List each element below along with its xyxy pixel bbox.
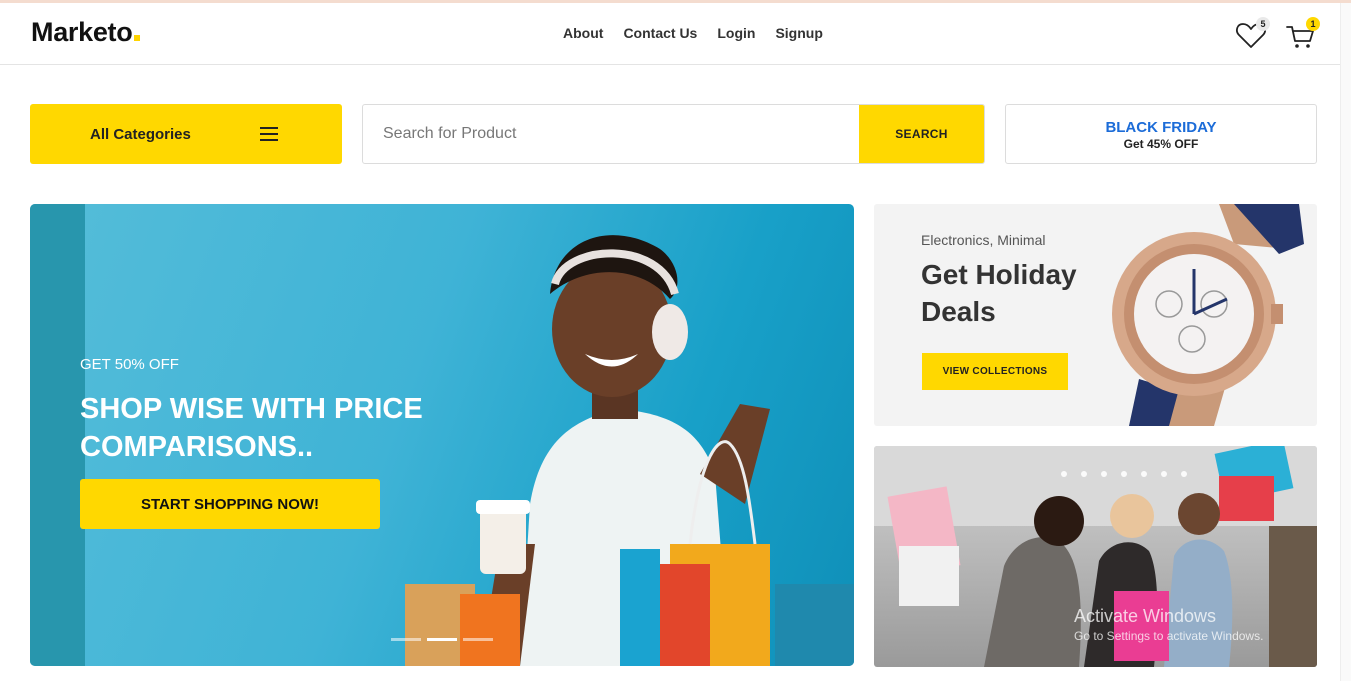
logo-dot: [134, 35, 141, 41]
site-logo[interactable]: Marketo: [31, 17, 141, 48]
hero-title: SHOP WISE WITH PRICE COMPARISONS..: [80, 393, 423, 463]
deal-title: Get Holiday Deals: [921, 259, 1077, 327]
main-nav: About Contact Us Login Signup: [563, 25, 823, 41]
cart-count-badge: 1: [1306, 17, 1320, 31]
slider-dot-2[interactable]: [427, 638, 457, 641]
search-input[interactable]: [363, 105, 861, 163]
view-collections-button[interactable]: VIEW COLLECTIONS: [922, 353, 1068, 390]
cart-button[interactable]: 1: [1284, 17, 1320, 53]
hero-slider: GET 50% OFF SHOP WISE WITH PRICE COMPARI…: [30, 204, 854, 666]
holiday-deals-card: Electronics, Minimal Get Holiday Deals V…: [874, 204, 1317, 426]
logo-text: Marketo: [31, 17, 133, 47]
hamburger-icon: [260, 127, 278, 141]
slider-dot-1[interactable]: [391, 638, 421, 641]
search-button[interactable]: SEARCH: [859, 105, 984, 163]
deal-category-tag: Electronics, Minimal: [921, 232, 1046, 248]
search-bar: SEARCH: [362, 104, 985, 164]
all-categories-label: All Categories: [90, 125, 191, 143]
hero-subtitle: GET 50% OFF: [80, 356, 179, 373]
promo-title: BLACK FRIDAY: [1105, 119, 1217, 136]
watch-image: [1112, 204, 1304, 426]
wishlist-count-badge: 5: [1256, 17, 1270, 31]
hero-left-band: [30, 204, 85, 666]
start-shopping-button[interactable]: START SHOPPING NOW!: [80, 479, 380, 529]
nav-about[interactable]: About: [563, 25, 603, 41]
nav-contact-us[interactable]: Contact Us: [623, 25, 697, 41]
all-categories-button[interactable]: All Categories: [30, 104, 342, 164]
activate-line-2: Go to Settings to activate Windows.: [1074, 629, 1264, 643]
nav-signup[interactable]: Signup: [775, 25, 822, 41]
promo-subtitle: Get 45% OFF: [1123, 137, 1199, 151]
slider-dots: [391, 638, 493, 641]
black-friday-promo[interactable]: BLACK FRIDAY Get 45% OFF: [1005, 104, 1317, 164]
wishlist-button[interactable]: 5: [1234, 17, 1270, 53]
activate-line-1: Activate Windows: [1074, 606, 1217, 626]
nav-login[interactable]: Login: [717, 25, 755, 41]
site-header: Marketo About Contact Us Login Signup 5 …: [0, 3, 1340, 65]
page-scrollbar[interactable]: [1340, 3, 1351, 681]
activate-windows-watermark: Activate Windows Go to Settings to activ…: [1074, 606, 1263, 643]
slider-dot-3[interactable]: [463, 638, 493, 641]
